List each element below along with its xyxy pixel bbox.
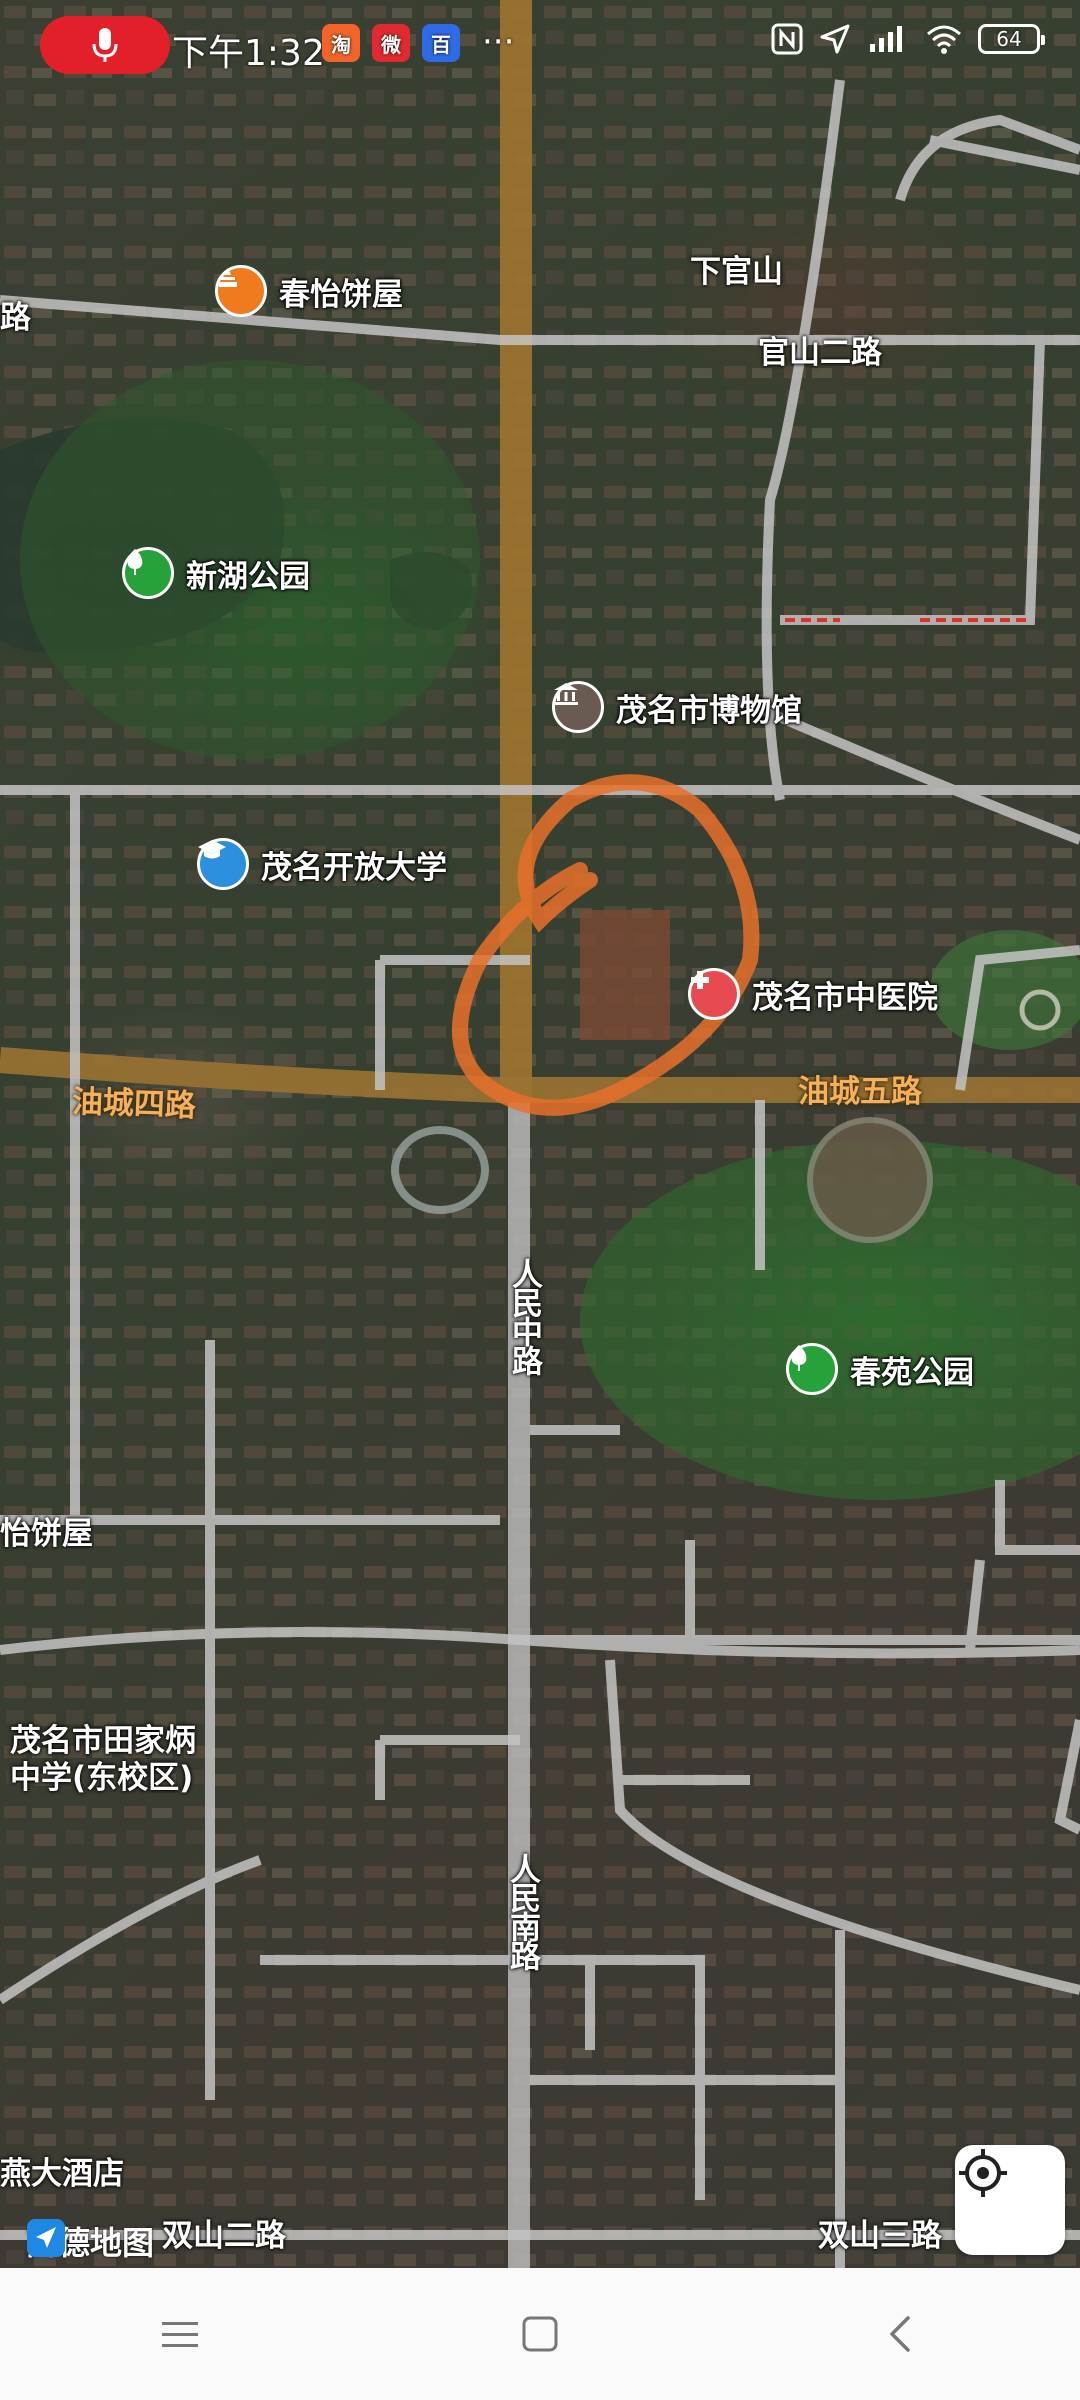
- wifi-icon: [927, 25, 961, 54]
- place-tianjiabing-school-line2[interactable]: 中学(东校区): [10, 1752, 193, 1797]
- poi-label: 新湖公园: [186, 558, 310, 595]
- university-icon: [197, 838, 249, 890]
- poi-xinhu-park[interactable]: 新湖公园: [122, 547, 310, 599]
- road-renmin-nan: 人民南路: [504, 1853, 540, 1969]
- amap-arrow-icon: [27, 2219, 65, 2257]
- road-shuangshan-san: 双山三路: [818, 2218, 942, 2254]
- park-icon: [786, 1343, 838, 1395]
- park-icon: [122, 547, 174, 599]
- road-youcheng-wu: 油城五路: [798, 1074, 922, 1110]
- amap-logo: 高德地图: [26, 2218, 154, 2264]
- voice-recording-pill[interactable]: [40, 16, 170, 74]
- nfc-icon: [771, 23, 803, 55]
- map-road-layer: [0, 0, 1080, 2268]
- status-right-icons: 64: [770, 22, 1045, 56]
- place-edge-road: 路: [0, 300, 31, 336]
- poi-label: 茂名市博物馆: [616, 692, 802, 729]
- poi-maoming-open-university[interactable]: 茂名开放大学: [197, 838, 447, 890]
- poi-label: 春苑公园: [850, 1354, 974, 1391]
- road-renmin-zhong: 人民中路: [506, 1258, 542, 1374]
- place-edge-bakery: 怡饼屋: [0, 1516, 93, 1552]
- battery-level: 64: [996, 27, 1022, 51]
- system-navigation-bar: [0, 2268, 1080, 2400]
- baidu-icon: 百: [422, 24, 460, 62]
- signal-icon: [870, 26, 902, 52]
- back-icon: [890, 2316, 910, 2352]
- place-xia-guan-shan: 下官山: [690, 254, 783, 290]
- bakery-icon: [215, 265, 267, 317]
- status-time: 下午1:32: [172, 33, 325, 74]
- poi-maoming-museum[interactable]: 茂名市博物馆: [552, 681, 802, 733]
- baidu-icon-glyph: 百: [431, 32, 451, 57]
- poi-label: 茂名开放大学: [261, 849, 447, 886]
- locate-button[interactable]: [955, 2145, 1065, 2255]
- road-guanshan-er: 官山二路: [758, 335, 882, 371]
- back-button[interactable]: [840, 2289, 960, 2379]
- poi-label: 春怡饼屋: [279, 276, 403, 313]
- weibo-icon: 微: [372, 24, 410, 62]
- road-youcheng-si: 油城四路: [71, 1083, 197, 1125]
- satellite-map[interactable]: 春怡饼屋 新湖公园 茂名市博物馆 茂名开放大学 茂名市中医院 春苑公园 下官山 …: [0, 0, 1080, 2268]
- poi-label: 茂名市中医院: [752, 979, 938, 1016]
- taobao-icon-glyph: 淘: [331, 32, 351, 57]
- menu-icon: [162, 2322, 198, 2347]
- locate-crosshair-icon: [959, 2149, 1007, 2197]
- poi-chunyi-bakery[interactable]: 春怡饼屋: [215, 265, 403, 317]
- hospital-icon: [688, 968, 740, 1020]
- recent-apps-button[interactable]: [120, 2289, 240, 2379]
- place-edge-hotel: 燕大酒店: [0, 2156, 124, 2192]
- status-bar: 下午1:32 淘 微 百 ··· 64: [0, 0, 1080, 90]
- home-icon: [522, 2316, 558, 2352]
- location-arrow-icon: [820, 24, 850, 54]
- museum-icon: [552, 681, 604, 733]
- battery-icon: 64: [978, 24, 1045, 54]
- home-button[interactable]: [480, 2289, 600, 2379]
- taobao-icon: 淘: [322, 24, 360, 62]
- poi-maoming-tcm-hospital[interactable]: 茂名市中医院: [688, 968, 938, 1020]
- road-shuangshan-er: 双山二路: [162, 2218, 286, 2254]
- weibo-icon-glyph: 微: [381, 32, 401, 57]
- poi-chunyuan-park[interactable]: 春苑公园: [786, 1343, 974, 1395]
- more-notifications-dots: ···: [482, 22, 515, 62]
- microphone-icon: [92, 28, 118, 62]
